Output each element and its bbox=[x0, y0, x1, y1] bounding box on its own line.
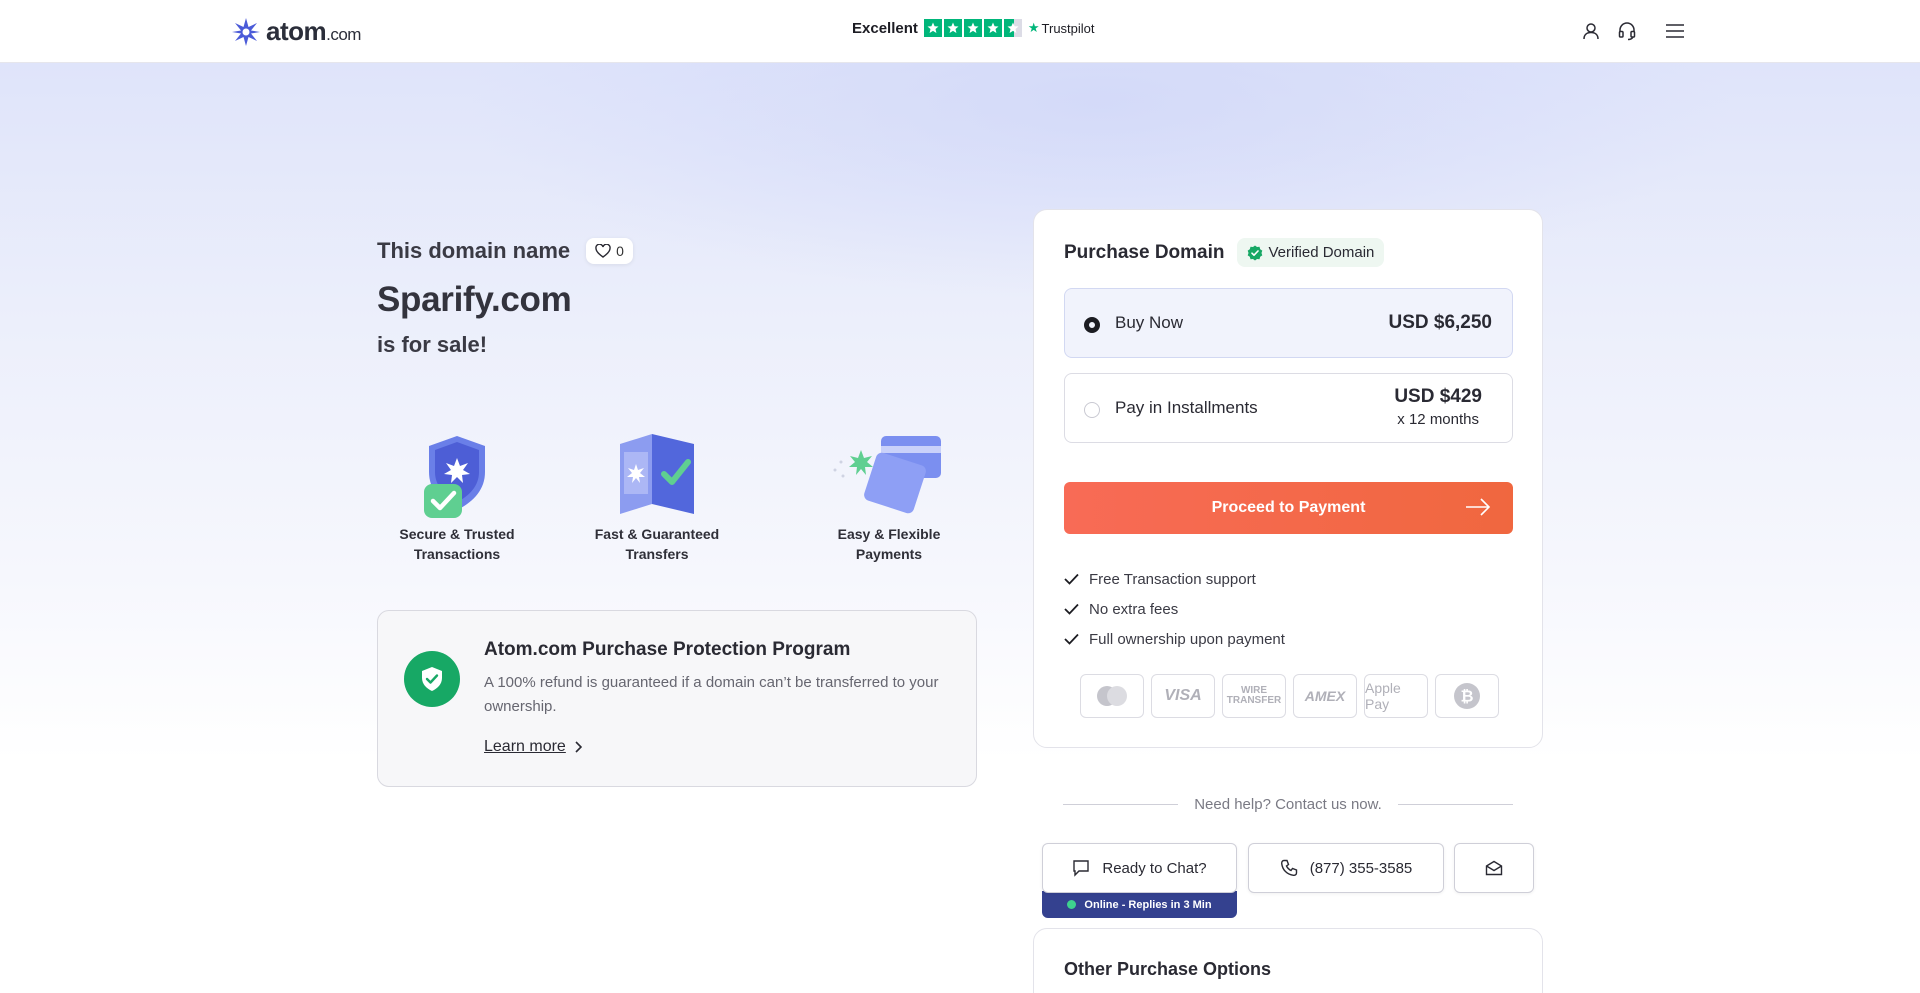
check-icon bbox=[1064, 603, 1079, 615]
logo-text: atom.com bbox=[266, 16, 361, 46]
trust-label: Excellent bbox=[852, 19, 918, 37]
email-button[interactable] bbox=[1454, 843, 1534, 893]
visa-icon: VISA bbox=[1151, 674, 1215, 718]
help-text: Need help? Contact us now. bbox=[1194, 796, 1382, 813]
bitcoin-icon: ₿ bbox=[1435, 674, 1499, 718]
option-price: USD $6,250 bbox=[1388, 312, 1492, 333]
feature-flexible: Easy & Flexible Payments bbox=[809, 430, 969, 564]
shield-check-badge-icon bbox=[404, 651, 460, 707]
trustpilot-rating[interactable]: Excellent ★ Trustpilot bbox=[852, 19, 1095, 37]
feature-caption: Secure & Trusted Transactions bbox=[399, 526, 515, 562]
other-options-title: Other Purchase Options bbox=[1064, 959, 1272, 979]
shield-check-icon bbox=[377, 430, 537, 522]
proceed-to-payment-button[interactable]: Proceed to Payment bbox=[1064, 482, 1513, 534]
verified-check-icon bbox=[1247, 245, 1262, 260]
phone-label: (877) 355-3585 bbox=[1309, 859, 1413, 877]
option-label: Buy Now bbox=[1115, 313, 1184, 332]
rating-stars bbox=[923, 19, 1022, 37]
purchase-card: Purchase Domain Verified Domain Buy Now … bbox=[1033, 209, 1543, 748]
perk-item: Free Transaction support bbox=[1064, 564, 1285, 594]
option-label: Pay in Installments bbox=[1115, 398, 1258, 417]
verified-badge: Verified Domain bbox=[1236, 238, 1385, 267]
installment-price: USD $429 x 12 months bbox=[1394, 386, 1482, 428]
star-icon bbox=[943, 19, 962, 37]
online-status: Online - Replies in 3 Min bbox=[1042, 891, 1237, 918]
verified-label: Verified Domain bbox=[1268, 244, 1375, 261]
radio-buy-now[interactable] bbox=[1084, 317, 1100, 333]
menu-icon[interactable] bbox=[1664, 20, 1686, 42]
user-icon[interactable] bbox=[1580, 20, 1602, 42]
for-sale-text: is for sale! bbox=[377, 332, 488, 357]
protection-title: Atom.com Purchase Protection Program bbox=[484, 639, 851, 660]
perk-item: Full ownership upon payment bbox=[1064, 624, 1285, 654]
top-navigation: atom.com Excellent ★ Trustpilot bbox=[0, 0, 1920, 63]
perk-label: Free Transaction support bbox=[1089, 570, 1256, 588]
feature-secure: Secure & Trusted Transactions bbox=[377, 430, 537, 564]
protection-program: Atom.com Purchase Protection Program A 1… bbox=[377, 610, 977, 787]
proceed-label: Proceed to Payment bbox=[1211, 499, 1366, 516]
cards-icon bbox=[809, 430, 969, 522]
hero-lead: This domain name bbox=[377, 238, 571, 263]
chat-button[interactable]: Ready to Chat? bbox=[1042, 843, 1237, 893]
mastercard-icon bbox=[1080, 674, 1144, 718]
radio-installments[interactable] bbox=[1084, 402, 1100, 418]
star-icon bbox=[983, 19, 1002, 37]
online-dot bbox=[1067, 900, 1077, 909]
headset-icon[interactable] bbox=[1616, 20, 1638, 42]
divider-line bbox=[1063, 804, 1179, 805]
domain-hero: This domain name 0 Sparify.com is for sa… bbox=[377, 238, 633, 358]
learn-more-link[interactable]: Learn more bbox=[484, 738, 582, 756]
installment-term: x 12 months bbox=[1397, 411, 1480, 428]
atom-star-icon bbox=[232, 17, 260, 46]
chat-label: Ready to Chat? bbox=[1102, 859, 1207, 877]
domain-name: Sparify.com bbox=[377, 280, 572, 319]
protection-description: A 100% refund is guaranteed if a domain … bbox=[484, 674, 939, 715]
divider-line bbox=[1397, 804, 1513, 805]
other-purchase-options: Other Purchase Options bbox=[1033, 928, 1543, 993]
half-star-icon bbox=[1003, 19, 1022, 37]
mail-open-icon bbox=[1485, 860, 1503, 876]
header-actions bbox=[1580, 20, 1686, 42]
learn-more-label: Learn more bbox=[484, 738, 566, 755]
purchase-title: Purchase Domain bbox=[1064, 241, 1225, 263]
option-installments[interactable]: Pay in Installments USD $429 x 12 months bbox=[1064, 373, 1513, 443]
wire-transfer-icon: WIRE TRANSFER bbox=[1222, 674, 1286, 718]
apple-pay-icon: Apple Pay bbox=[1364, 674, 1428, 718]
arrow-right-icon bbox=[1466, 498, 1491, 516]
installment-amount: USD $429 bbox=[1394, 386, 1482, 407]
phone-icon bbox=[1280, 859, 1297, 877]
perk-label: Full ownership upon payment bbox=[1089, 630, 1285, 648]
feature-caption: Easy & Flexible Payments bbox=[837, 526, 941, 562]
feature-list: Secure & Trusted Transactions Fast & Guar… bbox=[377, 430, 977, 570]
star-icon bbox=[923, 19, 942, 37]
trustpilot-brand: ★ Trustpilot bbox=[1027, 20, 1095, 36]
amex-icon: AMEX bbox=[1293, 674, 1357, 718]
option-buy-now[interactable]: Buy Now USD $6,250 bbox=[1064, 288, 1513, 358]
svg-text:₿: ₿ bbox=[1460, 687, 1473, 706]
transfer-icon bbox=[577, 430, 737, 522]
perk-list: Free Transaction support No extra fees F… bbox=[1064, 564, 1285, 654]
payment-methods: VISA WIRE TRANSFER AMEX Apple Pay ₿ bbox=[1080, 674, 1499, 718]
online-label: Online - Replies in 3 Min bbox=[1084, 898, 1212, 911]
feature-caption: Fast & Guaranteed Transfers bbox=[594, 526, 720, 562]
heart-icon bbox=[595, 244, 611, 258]
feature-fast: Fast & Guaranteed Transfers bbox=[577, 430, 737, 564]
perk-item: No extra fees bbox=[1064, 594, 1285, 624]
perk-label: No extra fees bbox=[1089, 600, 1179, 618]
help-divider: Need help? Contact us now. bbox=[1063, 796, 1513, 813]
atom-logo[interactable]: atom.com bbox=[231, 16, 361, 47]
check-icon bbox=[1064, 573, 1079, 585]
chevron-right-icon bbox=[575, 741, 582, 753]
chat-icon bbox=[1073, 860, 1090, 877]
check-icon bbox=[1064, 633, 1079, 645]
like-count: 0 bbox=[616, 243, 624, 259]
star-icon bbox=[963, 19, 982, 37]
phone-button[interactable]: (877) 355-3585 bbox=[1248, 843, 1444, 893]
like-button[interactable]: 0 bbox=[586, 238, 633, 264]
trustpilot-star-icon: ★ bbox=[1027, 20, 1040, 35]
